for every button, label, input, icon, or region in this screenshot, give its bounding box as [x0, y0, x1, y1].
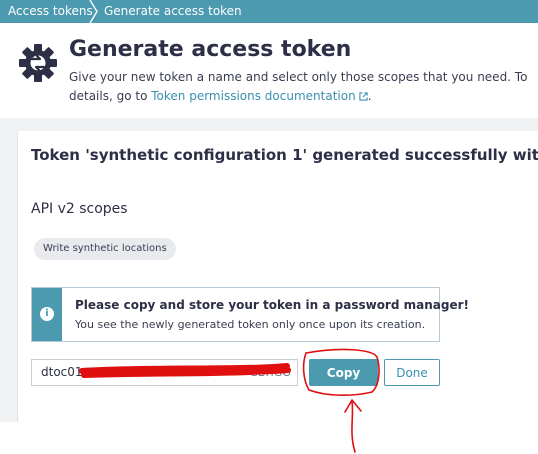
description-suffix: .	[367, 89, 372, 103]
description-prefix: details, go to	[69, 89, 152, 103]
token-permissions-documentation-link[interactable]: Token permissions documentation	[151, 89, 368, 103]
gear-icon	[19, 44, 57, 82]
token-field[interactable]: dtoc01. GBHGO	[31, 359, 298, 386]
breadcrumb-generate-access-token: Generate access token	[104, 4, 242, 18]
done-button[interactable]: Done	[384, 359, 440, 386]
doc-link-label: Token permissions documentation	[151, 89, 356, 103]
scopes-heading: API v2 scopes	[31, 201, 128, 217]
info-notice: i Please copy and store your token in a …	[31, 287, 469, 342]
page-header: Generate access token Give your new toke…	[0, 23, 538, 119]
breadcrumb-access-tokens[interactable]: Access tokens	[8, 4, 93, 18]
success-message: Token 'synthetic configuration 1' genera…	[31, 146, 538, 164]
info-icon: i	[40, 307, 54, 321]
token-value-prefix: dtoc01.	[41, 365, 87, 379]
copy-button[interactable]: Copy	[309, 359, 378, 386]
breadcrumb: Access tokens Generate access token	[0, 0, 538, 23]
notice-text: You see the newly generated token only o…	[75, 318, 426, 331]
chevron-right-icon	[89, 0, 98, 23]
info-strip: i	[32, 288, 62, 341]
page-title: Generate access token	[69, 37, 352, 62]
notice-title: Please copy and store your token in a pa…	[75, 298, 469, 312]
page-description: Give your new token a name and select on…	[69, 68, 529, 106]
scope-chip-write-synthetic-locations: Write synthetic locations	[34, 238, 176, 260]
token-value-suffix: GBHGO	[249, 366, 291, 379]
description-line-2: details, go to Token permissions documen…	[69, 87, 529, 106]
external-link-icon	[359, 92, 368, 101]
description-line-1: Give your new token a name and select on…	[69, 70, 529, 84]
